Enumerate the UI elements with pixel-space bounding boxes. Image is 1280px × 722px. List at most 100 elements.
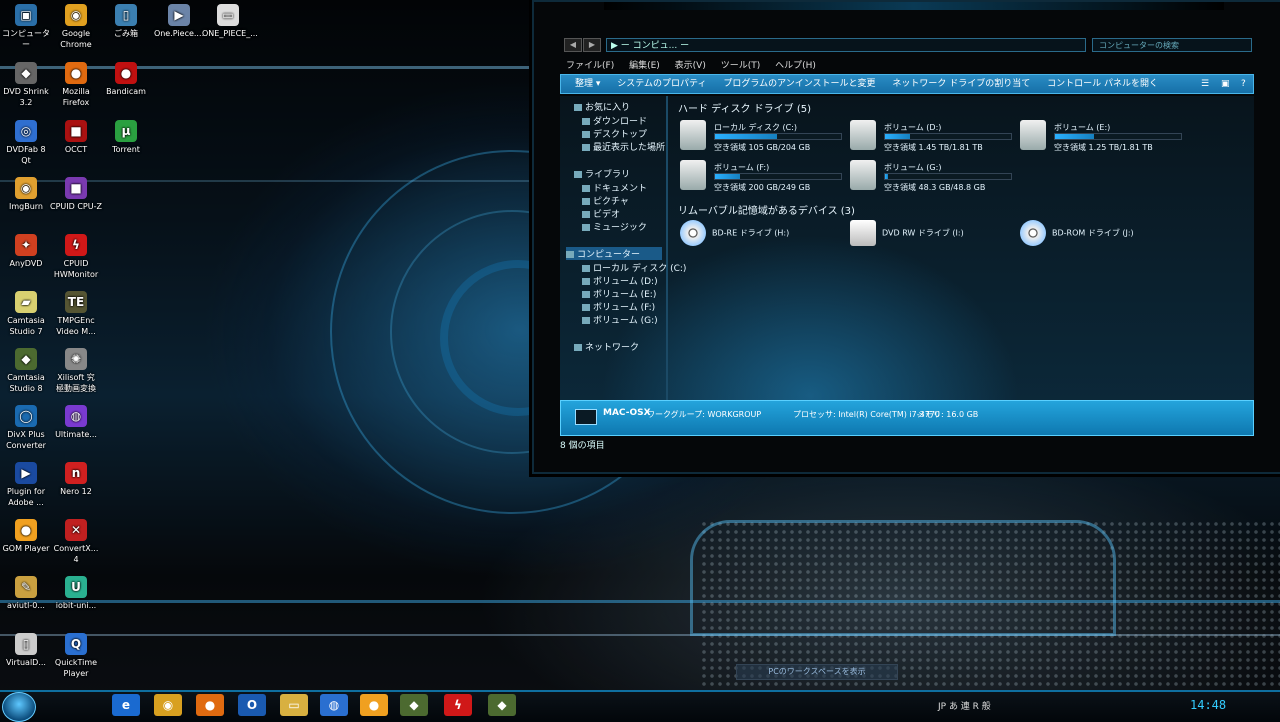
organize-button[interactable]: 整理 ▾ (575, 79, 600, 89)
address-bar[interactable]: ▶ ー コンピュ... ー (606, 38, 1086, 52)
hard-drive-icon (680, 120, 706, 150)
drive-name: ローカル ディスク (C:) (714, 123, 798, 132)
taskbar-app-button[interactable]: ◉ (154, 694, 182, 716)
desktop-icon-label: Bandicam (106, 87, 146, 96)
nav-computer[interactable]: コンピューター (566, 247, 663, 260)
disc-drive-i[interactable]: DVD RW ドライブ (I:) (850, 220, 964, 246)
desktop-icon[interactable]: ▣ コンピューター (0, 4, 52, 50)
disc-drive-j[interactable]: BD-ROM ドライブ (J:) (1020, 220, 1134, 246)
desktop-icon-label: TMPGEnc Video M... (56, 316, 96, 336)
desktop-icon-label: コンピューター (2, 29, 50, 49)
desktop-icon[interactable]: TE TMPGEnc Video M... (50, 291, 102, 337)
desktop-icon[interactable]: ▶ One.Piece.... (153, 4, 205, 39)
nav-documents[interactable]: ドキュメント (582, 181, 647, 194)
taskbar-app-button[interactable]: ◍ (320, 694, 348, 716)
taskbar-app-button[interactable]: e (112, 694, 140, 716)
desktop-icon[interactable]: ▯ VirtualD... (0, 633, 52, 668)
app-icon: μ (115, 120, 137, 142)
map-network-drive-button[interactable]: ネットワーク ドライブの割り当て (892, 79, 1030, 89)
app-icon: ● (15, 519, 37, 541)
desktop-icon[interactable]: ✺ Xilisoft 究 極動画変換 (50, 348, 102, 394)
desktop-icon[interactable]: ◉ Google Chrome (50, 4, 102, 50)
desktop-icon[interactable]: ◍ Ultimate... (50, 405, 102, 440)
taskbar-app-button[interactable]: ◆ (400, 694, 428, 716)
uninstall-program-button[interactable]: プログラムのアンインストールと変更 (723, 79, 875, 89)
desktop-icon[interactable]: μ Torrent (100, 120, 152, 155)
nav-pictures[interactable]: ピクチャ (582, 194, 629, 207)
desktop-icon[interactable]: ● Mozilla Firefox (50, 62, 102, 108)
desktop-icon[interactable]: ✎ aviutl-0... (0, 576, 52, 611)
menu-view[interactable]: 表示(V) (675, 61, 706, 71)
drive-e[interactable]: ボリューム (E:) 空き領域 1.25 TB/1.81 TB (1020, 120, 1182, 156)
drive-d[interactable]: ボリューム (D:) 空き領域 1.45 TB/1.81 TB (850, 120, 1012, 156)
forward-button[interactable]: ▶ (583, 38, 601, 52)
desktop-icon[interactable]: ◆ Camtasia Studio 8 (0, 348, 52, 394)
drive-name: ボリューム (F:) (714, 163, 770, 172)
nav-downloads[interactable]: ダウンロード (582, 114, 647, 127)
help-icon[interactable]: ? (1241, 75, 1246, 93)
taskbar-app-button[interactable]: O (238, 694, 266, 716)
nav-recent-places[interactable]: 最近表示した場所 (582, 140, 665, 153)
app-icon: n (65, 462, 87, 484)
desktop-icon[interactable]: Uiobit-uni... (50, 576, 102, 611)
desktop-icon[interactable]: ϟ CPUID HWMonitor (50, 234, 102, 280)
desktop-icon[interactable]: ✕ ConvertX... 4 (50, 519, 102, 565)
nav-drive-e[interactable]: ボリューム (E:) (582, 287, 656, 300)
taskbar-app-button[interactable]: ◆ (488, 694, 516, 716)
desktop-icon[interactable]: ▯ ごみ箱 (100, 4, 152, 39)
drive-f[interactable]: ボリューム (F:) 空き領域 200 GB/249 GB (680, 160, 842, 196)
app-icon: ▶ (168, 4, 190, 26)
nav-drive-c[interactable]: ローカル ディスク (C:) (582, 261, 686, 274)
taskbar-app-button[interactable]: ● (196, 694, 224, 716)
nav-drive-f[interactable]: ボリューム (F:) (582, 300, 655, 313)
desktop-icon[interactable]: ● GOM Player (0, 519, 52, 554)
taskbar-app-button[interactable]: ● (360, 694, 388, 716)
desktop-icon[interactable]: ◯ DivX Plus Converter (0, 405, 52, 451)
nav-favorites[interactable]: お気に入り (574, 100, 630, 113)
drive-c[interactable]: ローカル ディスク (C:) 空き領域 105 GB/204 GB (680, 120, 842, 156)
disc-drive-h[interactable]: BD-RE ドライブ (H:) (680, 220, 789, 246)
menu-help[interactable]: ヘルプ(H) (775, 61, 816, 71)
drive-g[interactable]: ボリューム (G:) 空き領域 48.3 GB/48.8 GB (850, 160, 1012, 196)
back-button[interactable]: ◀ (564, 38, 582, 52)
clock[interactable]: 14:48 (1190, 698, 1226, 712)
system-tray[interactable]: JP あ 連 R 般 (938, 699, 991, 712)
nav-music[interactable]: ミュージック (582, 220, 647, 233)
desktop-icon[interactable]: ■ OCCT (50, 120, 102, 155)
nav-network[interactable]: ネットワーク (574, 340, 639, 353)
menu-edit[interactable]: 編集(E) (629, 61, 660, 71)
nav-drive-d[interactable]: ボリューム (D:) (582, 274, 658, 287)
open-control-panel-button[interactable]: コントロール パネルを開く (1047, 79, 1158, 89)
preview-pane-icon[interactable]: ▣ (1221, 75, 1230, 93)
desktop-icon[interactable]: n Nero 12 (50, 462, 102, 497)
desktop-icon[interactable]: ✦ AnyDVD (0, 234, 52, 269)
desktop-icon[interactable]: ▶ Plugin for Adobe ... (0, 462, 52, 508)
nav-libraries[interactable]: ライブラリ (574, 167, 630, 180)
nav-drive-g[interactable]: ボリューム (G:) (582, 313, 658, 326)
desktop-icon[interactable]: ▭ ONE_PIECE_... (202, 4, 258, 39)
desktop-icon[interactable]: ◆ DVD Shrink 3.2 (0, 62, 52, 108)
desktop-icon[interactable]: Q QuickTime Player (50, 633, 102, 679)
taskbar-app-button[interactable]: ▭ (280, 694, 308, 716)
nav-desktop[interactable]: デスクトップ (582, 127, 647, 140)
menu-file[interactable]: ファイル(F) (566, 61, 614, 71)
content-area: お気に入り ダウンロード デスクトップ 最近表示した場所 ライブラリ ドキュメン… (560, 96, 1254, 436)
desktop-icon[interactable]: ◎ DVDFab 8 Qt (0, 120, 52, 166)
start-button[interactable] (2, 692, 36, 722)
drive-free-space: 空き領域 200 GB/249 GB (714, 183, 811, 192)
view-options-icon[interactable]: ☰ (1201, 75, 1209, 93)
app-icon: ● (65, 62, 87, 84)
desktop-icon[interactable]: ● Bandicam (100, 62, 152, 97)
desktop-icon[interactable]: ■ CPUID CPU-Z (50, 177, 102, 212)
system-properties-button[interactable]: システムのプロパティ (617, 79, 706, 89)
desktop-icon-label: Google Chrome (60, 29, 92, 49)
removable-section-header: リムーバブル記憶域があるデバイス (3) (678, 206, 855, 217)
drive-free-space: 空き領域 105 GB/204 GB (714, 143, 811, 152)
nav-videos[interactable]: ビデオ (582, 207, 620, 220)
app-icon: ◯ (15, 405, 37, 427)
menu-tools[interactable]: ツール(T) (721, 61, 761, 71)
search-input[interactable]: コンピューターの検索 (1092, 38, 1252, 52)
taskbar-app-button[interactable]: ϟ (444, 694, 472, 716)
desktop-icon[interactable]: ◉ ImgBurn (0, 177, 52, 212)
desktop-icon[interactable]: ▰ Camtasia Studio 7 (0, 291, 52, 337)
